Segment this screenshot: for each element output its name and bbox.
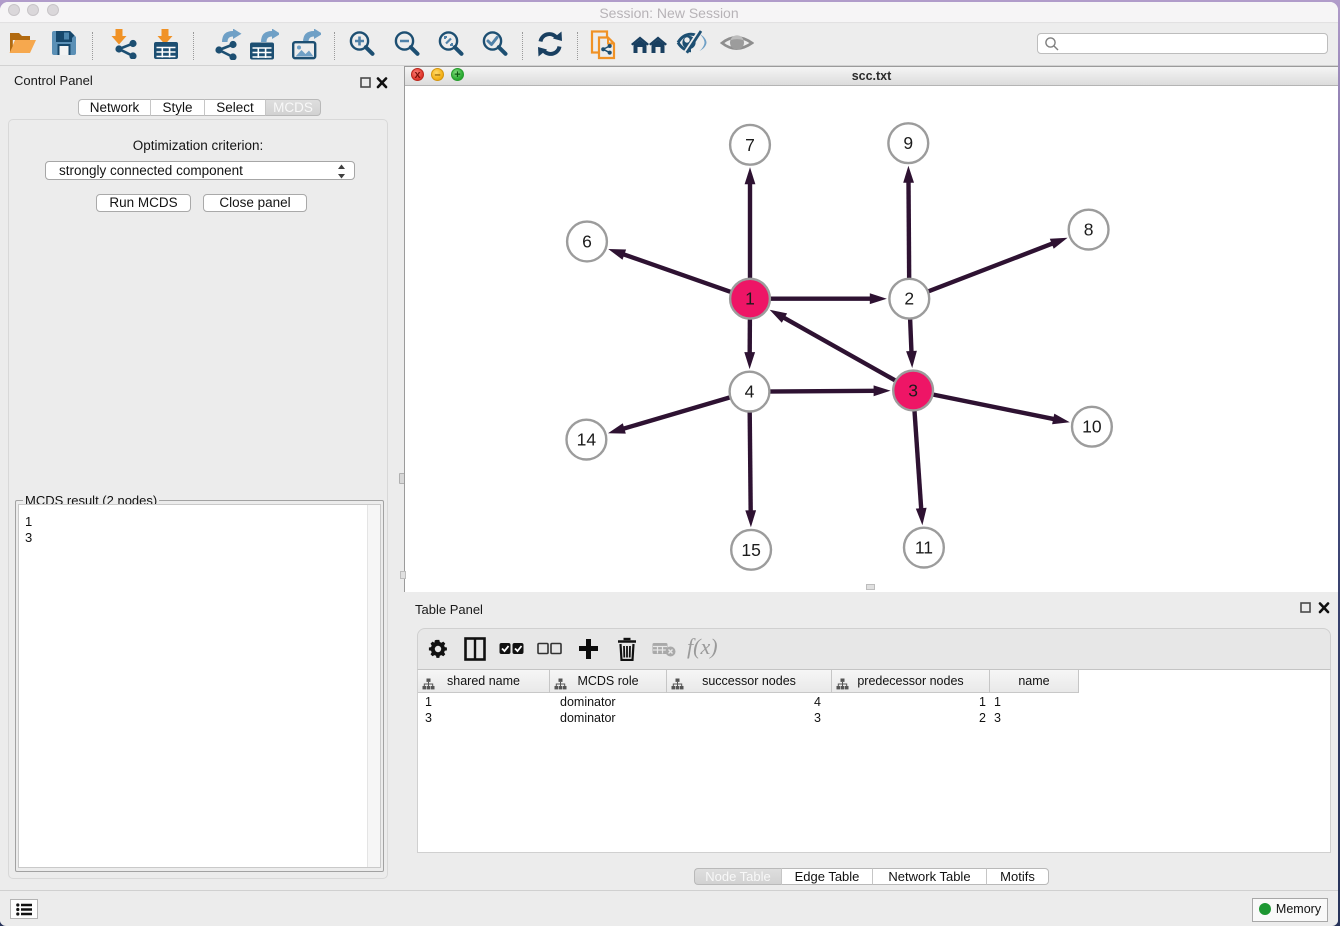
svg-text:1: 1 bbox=[745, 289, 755, 309]
svg-text:6: 6 bbox=[582, 232, 592, 252]
svg-text:10: 10 bbox=[1082, 417, 1102, 437]
svg-text:3: 3 bbox=[908, 381, 918, 401]
svg-text:8: 8 bbox=[1084, 220, 1094, 240]
svg-text:11: 11 bbox=[915, 538, 933, 558]
svg-text:15: 15 bbox=[741, 540, 760, 560]
svg-text:9: 9 bbox=[903, 133, 913, 153]
svg-text:2: 2 bbox=[904, 289, 914, 309]
svg-text:7: 7 bbox=[745, 135, 755, 155]
svg-text:4: 4 bbox=[745, 382, 755, 402]
svg-text:14: 14 bbox=[577, 430, 597, 450]
